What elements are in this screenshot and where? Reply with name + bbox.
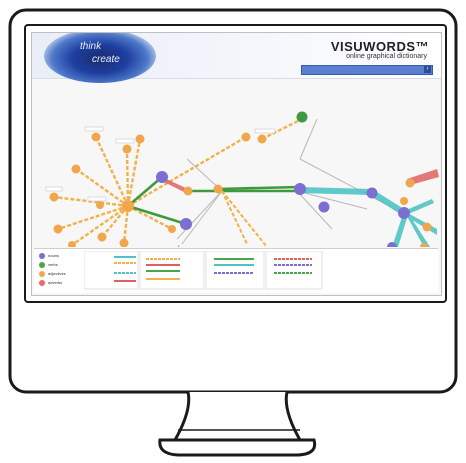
adverb-dot-icon [39, 280, 45, 286]
app-screen: think create VISUWORDS™ online graphical… [31, 32, 442, 296]
word-graph[interactable]: happy [32, 79, 441, 247]
center-word-label: happy [178, 246, 198, 247]
legend-item-adverbs: adverbs [39, 280, 62, 286]
legend-link-samples [84, 251, 323, 290]
legend-item-verbs: verbs [39, 262, 58, 268]
legend-item-adjectives: adjectives [39, 271, 66, 277]
search-icon: › [426, 66, 429, 72]
logo-text-1: think [80, 41, 102, 52]
search-button[interactable]: › [424, 66, 431, 73]
legend-panel: nouns verbs adjectives adverbs [34, 248, 438, 293]
app-title: VISUWORDS™ [330, 39, 429, 54]
noun-dot-icon [39, 253, 45, 259]
search-input[interactable] [301, 65, 433, 75]
header-banner: think create VISUWORDS™ online graphical… [32, 33, 441, 83]
app-subtitle: online graphical dictionary [346, 53, 427, 60]
adjective-dot-icon [39, 271, 45, 277]
legend-item-nouns: nouns [39, 253, 59, 259]
logo-text-2: create [92, 54, 120, 65]
verb-dot-icon [39, 262, 45, 268]
